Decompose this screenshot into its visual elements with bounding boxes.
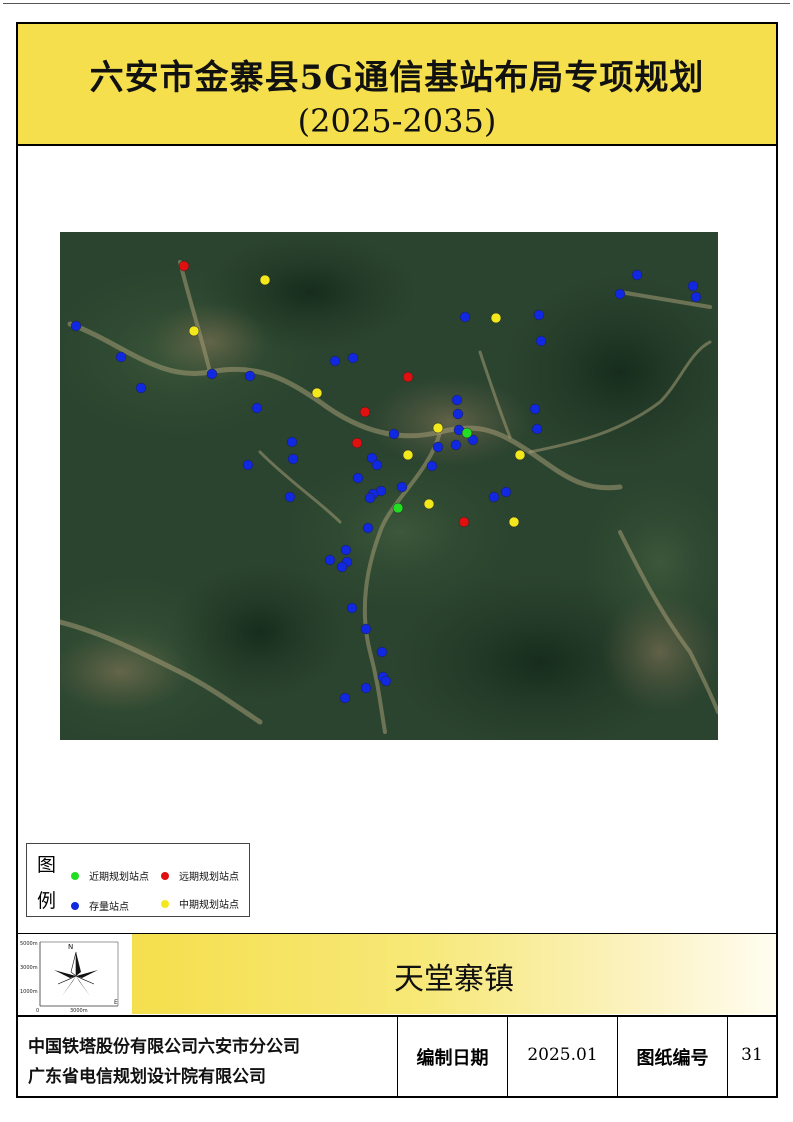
mid-term-site-marker (490, 312, 502, 324)
org-name-1: 中国铁塔股份有限公司六安市分公司 (28, 1037, 300, 1057)
near-term-site-marker (461, 427, 473, 439)
legend-title-bottom: 例 (37, 890, 57, 912)
compass-icon: 5000m 3000m 1000m 0 3000m E N (20, 941, 119, 1014)
mid-term-site-marker (508, 516, 520, 528)
drawing-no-label-cell: 图纸编号 (618, 1017, 728, 1096)
existing-site-marker (206, 368, 218, 380)
drawing-no-value-cell: 31 (728, 1017, 776, 1096)
existing-site-marker (451, 394, 463, 406)
date-value-cell: 2025.01 (508, 1017, 618, 1096)
existing-site-marker (614, 288, 626, 300)
long-term-site-marker (178, 260, 190, 272)
existing-site-marker (360, 623, 372, 635)
mid-term-site-marker (432, 422, 444, 434)
existing-site-marker (287, 453, 299, 465)
red-dot-icon (161, 871, 169, 880)
existing-site-marker (371, 459, 383, 471)
drawing-no-label: 图纸编号 (636, 1048, 709, 1069)
legend-title-top: 图 (37, 854, 57, 876)
existing-site-marker (690, 291, 702, 303)
satellite-map[interactable] (60, 232, 718, 740)
mid-term-site-marker (188, 325, 200, 337)
legend-item-near-term: 近期规划站点 (71, 868, 149, 883)
scale-label: 3000m (20, 965, 38, 971)
near-term-site-marker (392, 502, 404, 514)
existing-site-marker (360, 682, 372, 694)
scale-label: 0 (36, 1008, 39, 1014)
existing-site-marker (459, 311, 471, 323)
org-cell: 中国铁塔股份有限公司六安市分公司 广东省电信规划设计院有限公司 (18, 1017, 398, 1096)
existing-site-marker (284, 491, 296, 503)
existing-site-marker (535, 335, 547, 347)
scale-label: 5000m (20, 941, 38, 947)
existing-site-marker (452, 408, 464, 420)
mid-term-site-marker (423, 498, 435, 510)
legend-item-existing: 存量站点 (71, 898, 129, 913)
existing-site-marker (396, 481, 408, 493)
existing-site-marker (529, 403, 541, 415)
north-label: N (68, 943, 73, 951)
map-svg (60, 232, 718, 740)
yellow-dot-icon (161, 899, 169, 908)
existing-site-marker (500, 486, 512, 498)
existing-site-marker (376, 646, 388, 658)
existing-site-marker (244, 370, 256, 382)
long-term-site-marker (351, 437, 363, 449)
date-label: 编制日期 (416, 1048, 489, 1069)
existing-site-marker (346, 602, 358, 614)
existing-site-marker (324, 554, 336, 566)
blue-dot-icon (71, 901, 79, 910)
page-title: 六安市金寨县5G通信基站布局专项规划 (89, 58, 705, 98)
existing-site-marker (362, 522, 374, 534)
title-banner: 六安市金寨县5G通信基站布局专项规划 (2025-2035) (16, 22, 778, 146)
date-value: 2025.01 (527, 1045, 598, 1065)
date-label-cell: 编制日期 (398, 1017, 508, 1096)
existing-site-marker (340, 544, 352, 556)
existing-site-marker (115, 351, 127, 363)
existing-site-marker (364, 492, 376, 504)
existing-site-marker (347, 352, 359, 364)
legend-item-long-term: 远期规划站点 (161, 868, 239, 883)
existing-site-marker (631, 269, 643, 281)
drawing-no-value: 31 (741, 1045, 763, 1065)
existing-site-marker (329, 355, 341, 367)
page-subtitle: (2025-2035) (297, 102, 497, 140)
existing-site-marker (336, 561, 348, 573)
long-term-site-marker (458, 516, 470, 528)
existing-site-marker (380, 675, 392, 687)
long-term-site-marker (402, 371, 414, 383)
scale-label: E (114, 999, 118, 1006)
existing-site-marker (286, 436, 298, 448)
existing-site-marker (687, 280, 699, 292)
mid-term-site-marker (259, 274, 271, 286)
mid-term-site-marker (514, 449, 526, 461)
existing-site-marker (426, 460, 438, 472)
footer-table: 中国铁塔股份有限公司六安市分公司 广东省电信规划设计院有限公司 编制日期 202… (18, 1015, 776, 1096)
org-name-2: 广东省电信规划设计院有限公司 (28, 1067, 266, 1087)
town-name: 天堂寨镇 (394, 962, 514, 997)
existing-site-marker (450, 439, 462, 451)
mid-term-site-marker (311, 387, 323, 399)
existing-site-marker (242, 459, 254, 471)
town-banner: 天堂寨镇 (132, 934, 776, 1014)
north-arrow-icon (54, 951, 98, 996)
map-legend: 图 例 近期规划站点 远期规划站点 存量站点 中期规划站点 (26, 843, 250, 917)
green-dot-icon (71, 871, 79, 880)
existing-site-marker (352, 472, 364, 484)
existing-site-marker (533, 309, 545, 321)
scale-label: 3000m (70, 1008, 88, 1014)
existing-site-marker (339, 692, 351, 704)
legend-item-mid-term: 中期规划站点 (161, 896, 239, 911)
mid-term-site-marker (402, 449, 414, 461)
existing-site-marker (70, 320, 82, 332)
compass-scale-box: 5000m 3000m 1000m 0 3000m E N (18, 934, 132, 1014)
existing-site-marker (135, 382, 147, 394)
existing-site-marker (388, 428, 400, 440)
existing-site-marker (251, 402, 263, 414)
existing-site-marker (432, 441, 444, 453)
existing-site-marker (531, 423, 543, 435)
long-term-site-marker (359, 406, 371, 418)
existing-site-marker (488, 491, 500, 503)
scale-label: 1000m (20, 989, 38, 995)
